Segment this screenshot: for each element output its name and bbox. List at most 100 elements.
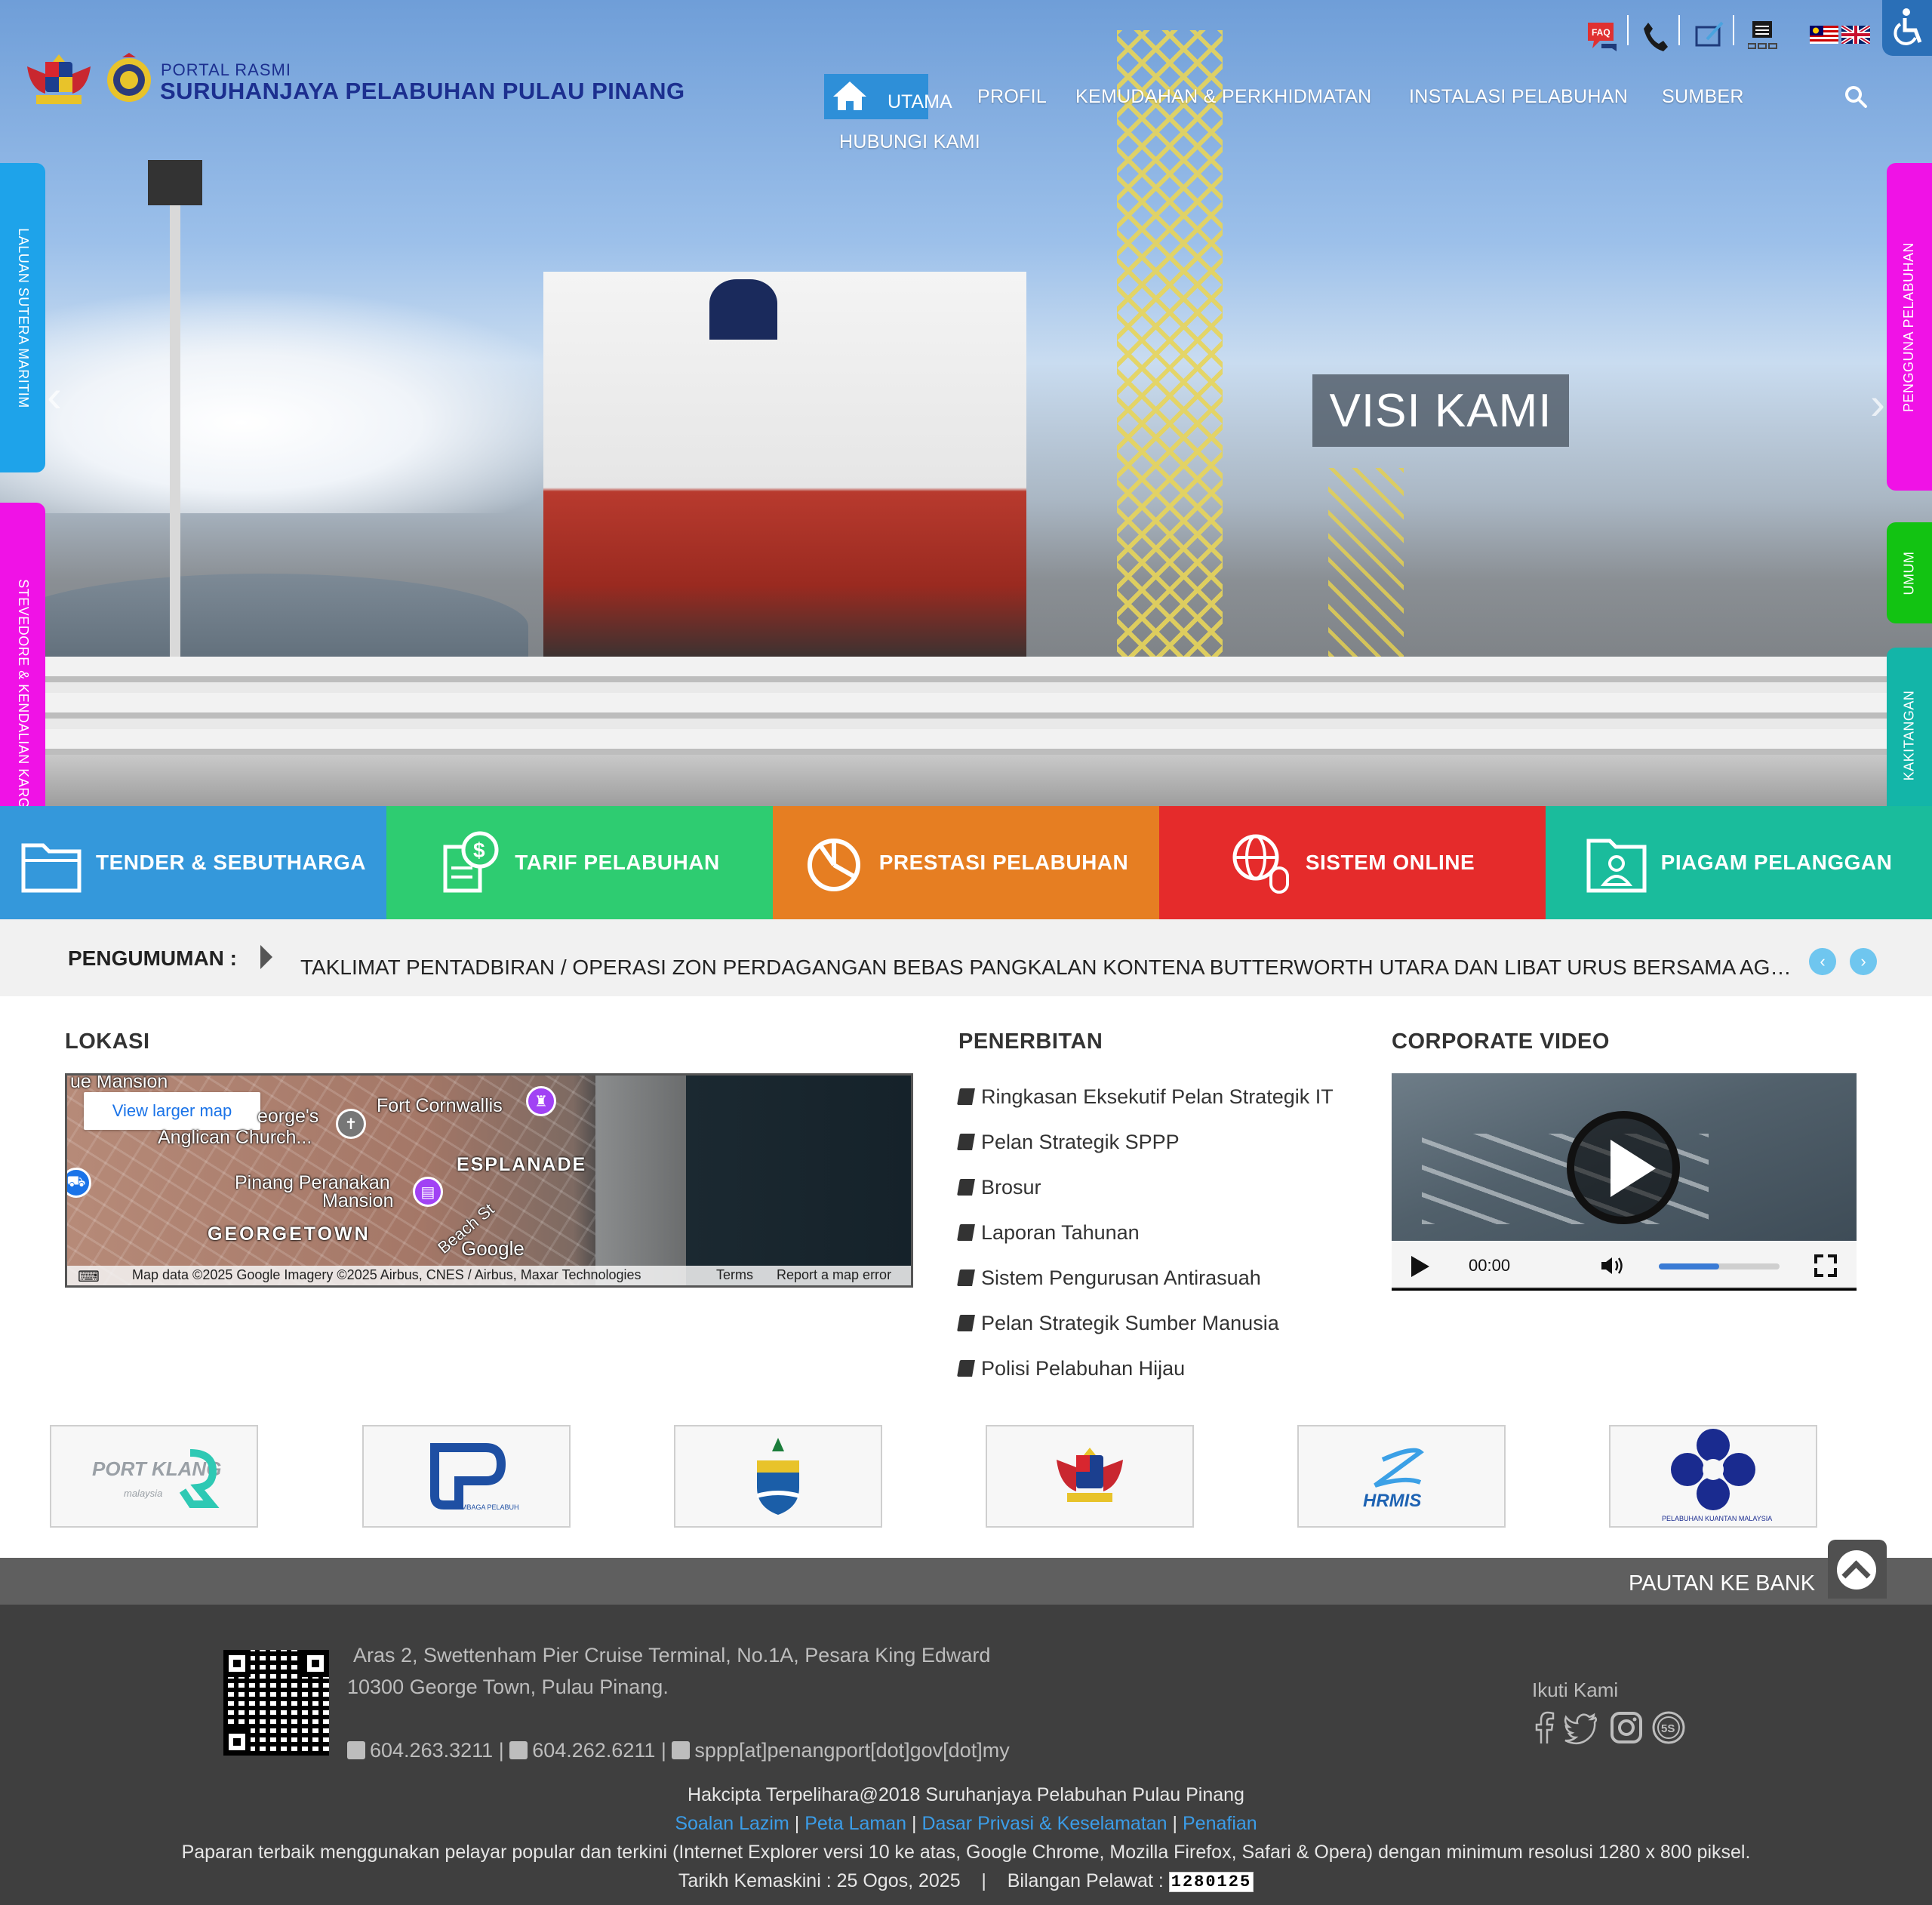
- nav-utama[interactable]: UTAMA: [824, 74, 952, 119]
- nav-profil[interactable]: PROFIL: [977, 86, 1047, 108]
- bank-links-bar[interactable]: PAUTAN KE BANK: [0, 1558, 1932, 1605]
- globe-mouse-icon: [1232, 834, 1289, 894]
- search-icon[interactable]: [1844, 85, 1868, 109]
- announcement-prev-button[interactable]: ‹: [1809, 948, 1836, 975]
- malaysia-flag-icon[interactable]: [1810, 26, 1838, 44]
- volume-slider[interactable]: [1659, 1263, 1780, 1269]
- partner-kuantan-port[interactable]: PELABUHAN KUANTAN MALAYSIA: [1609, 1425, 1817, 1528]
- video-play-icon[interactable]: [1567, 1111, 1680, 1224]
- side-tab-pengguna[interactable]: PENGGUNA PELABUHAN: [1887, 163, 1932, 491]
- keyboard-icon[interactable]: ⌨: [78, 1267, 100, 1285]
- footer-link-peta-laman[interactable]: Peta Laman: [804, 1813, 906, 1834]
- user-folder-icon: [1586, 839, 1647, 893]
- slider-next-icon[interactable]: ›: [1870, 377, 1885, 429]
- side-tab-label: KAKITANGAN: [1901, 690, 1917, 780]
- footer-updated: Tarikh Kemaskini : 25 Ogos, 2025: [678, 1870, 961, 1891]
- publication-link[interactable]: Ringkasan Eksekutif Pelan Strategik IT: [957, 1085, 1334, 1109]
- book-icon: [957, 1088, 975, 1105]
- castle-pin-icon[interactable]: ♜: [526, 1086, 556, 1116]
- 5s-icon[interactable]: 5S: [1651, 1710, 1686, 1745]
- sitemap-icon[interactable]: [1748, 20, 1778, 51]
- slider-prev-icon[interactable]: ‹: [47, 370, 62, 422]
- tile-prestasi[interactable]: PRESTASI PELABUHAN: [773, 806, 1159, 919]
- view-larger-map-button[interactable]: View larger map: [84, 1092, 260, 1130]
- footer-link-penafian[interactable]: Penafian: [1183, 1813, 1257, 1834]
- facebook-icon[interactable]: [1527, 1710, 1562, 1745]
- tile-tarif[interactable]: $ TARIF PELABUHAN: [386, 806, 773, 919]
- invoice-dollar-icon: $: [443, 831, 499, 893]
- publication-link[interactable]: Polisi Pelabuhan Hijau: [957, 1357, 1185, 1380]
- phone-icon[interactable]: [1642, 21, 1668, 51]
- nav-utama-label: UTAMA: [888, 91, 952, 112]
- nav-hubungi[interactable]: HUBUNGI KAMI: [839, 131, 980, 153]
- tile-piagam[interactable]: PIAGAM PELANGGAN: [1546, 806, 1932, 919]
- footer-address-line1: Aras 2, Swettenham Pier Cruise Terminal,…: [353, 1644, 991, 1666]
- announcement-text[interactable]: TAKLIMAT PENTADBIRAN / OPERASI ZON PERDA…: [300, 956, 1795, 980]
- publication-link[interactable]: Pelan Strategik Sumber Manusia: [957, 1312, 1279, 1335]
- footer-link-soalan-lazim[interactable]: Soalan Lazim: [675, 1813, 789, 1834]
- utility-divider: [1678, 15, 1680, 45]
- play-button[interactable]: [1411, 1256, 1429, 1277]
- bank-links-label[interactable]: PAUTAN KE BANK: [1629, 1571, 1815, 1596]
- folder-icon: [21, 843, 82, 893]
- kuantan-port-logo: PELABUHAN KUANTAN MALAYSIA: [1662, 1429, 1772, 1522]
- sppp-seal-icon[interactable]: [106, 53, 152, 104]
- publication-link[interactable]: Pelan Strategik SPPP: [957, 1131, 1180, 1154]
- footer-email[interactable]: sppp[at]penangport[dot]gov[dot]my: [694, 1739, 1009, 1762]
- nav-instalasi[interactable]: INSTALASI PELABUHAN: [1409, 86, 1628, 108]
- hero-banner: [0, 0, 1932, 806]
- nav-sumber[interactable]: SUMBER: [1662, 86, 1744, 108]
- partner-logo-text: HRMIS: [1363, 1491, 1421, 1511]
- map-label: eorge's: [257, 1106, 319, 1127]
- partner-johor-port[interactable]: LEMBAGA PELABUHAN JOHOR: [362, 1425, 571, 1528]
- footer-link-dasar-privasi[interactable]: Dasar Privasi & Keselamatan: [921, 1813, 1167, 1834]
- publication-link[interactable]: Sistem Pengurusan Antirasuah: [957, 1266, 1261, 1290]
- malaysia-crest-logo: [1057, 1448, 1123, 1502]
- map-report-link[interactable]: Report a map error: [777, 1267, 891, 1283]
- fullscreen-icon[interactable]: [1814, 1254, 1837, 1277]
- accessibility-button[interactable]: [1882, 0, 1932, 56]
- publication-link[interactable]: Brosur: [957, 1176, 1041, 1199]
- location-map[interactable]: ue Mansion View larger map Fort Cornwall…: [65, 1073, 913, 1288]
- publication-link[interactable]: Laporan Tahunan: [957, 1221, 1140, 1245]
- port-klang-logo: PORT KLANG malaysia: [92, 1449, 221, 1508]
- partner-hrmis[interactable]: HRMIS: [1297, 1425, 1506, 1528]
- site-title[interactable]: SURUHANJAYA PELABUHAN PULAU PINANG: [160, 78, 685, 105]
- side-tab-kakitangan[interactable]: KAKITANGAN: [1887, 648, 1932, 823]
- side-tab-laluan-sutera[interactable]: LALUAN SUTERA MARITIM: [0, 163, 45, 472]
- footer-browser-note: Paparan terbaik menggunakan pelayar popu…: [181, 1842, 1751, 1863]
- announcement-next-button[interactable]: ›: [1850, 948, 1877, 975]
- corporate-video-player[interactable]: 00:00: [1392, 1073, 1857, 1291]
- feedback-icon[interactable]: [1695, 21, 1725, 50]
- tile-sistem-online[interactable]: SISTEM ONLINE: [1159, 806, 1546, 919]
- partner-logo-text: PELABUHAN KUANTAN MALAYSIA: [1662, 1515, 1772, 1522]
- svg-text:$: $: [473, 839, 485, 862]
- partner-port-klang[interactable]: PORT KLANG malaysia: [50, 1425, 258, 1528]
- volume-icon[interactable]: [1600, 1256, 1626, 1276]
- lokasi-title: LOKASI: [65, 1029, 150, 1054]
- qr-corner: [223, 1650, 251, 1677]
- side-tab-umum[interactable]: UMUM: [1887, 522, 1932, 623]
- twitter-icon[interactable]: [1564, 1710, 1598, 1745]
- museum-pin-icon[interactable]: ▤: [413, 1177, 443, 1207]
- map-label: Mansion: [322, 1190, 394, 1211]
- svg-text:5S: 5S: [1661, 1722, 1675, 1735]
- church-pin-icon[interactable]: ✝: [336, 1109, 366, 1139]
- uk-flag-icon[interactable]: [1841, 26, 1870, 44]
- malaysia-crest-icon[interactable]: [23, 51, 95, 109]
- home-icon: [833, 82, 866, 110]
- partner-logo-text: PORT KLANG: [92, 1457, 221, 1480]
- contact-separator: |: [498, 1739, 510, 1762]
- back-to-top-button[interactable]: [1828, 1540, 1887, 1599]
- faq-icon[interactable]: FAQ: [1585, 20, 1620, 53]
- publication-label: Pelan Strategik SPPP: [981, 1131, 1180, 1153]
- footer-visitors-label: Bilangan Pelawat :: [1007, 1870, 1164, 1891]
- map-terms-link[interactable]: Terms: [716, 1267, 753, 1283]
- instagram-icon[interactable]: [1609, 1710, 1644, 1745]
- map-label: Fort Cornwallis: [377, 1095, 503, 1116]
- video-controls: 00:00: [1392, 1241, 1857, 1289]
- nav-kemudahan[interactable]: KEMUDAHAN & PERKHIDMATAN: [1075, 86, 1371, 108]
- partner-penang-state[interactable]: [674, 1425, 882, 1528]
- partner-malaysia-crest[interactable]: [986, 1425, 1194, 1528]
- tile-tender[interactable]: TENDER & SEBUTHARGA: [0, 806, 386, 919]
